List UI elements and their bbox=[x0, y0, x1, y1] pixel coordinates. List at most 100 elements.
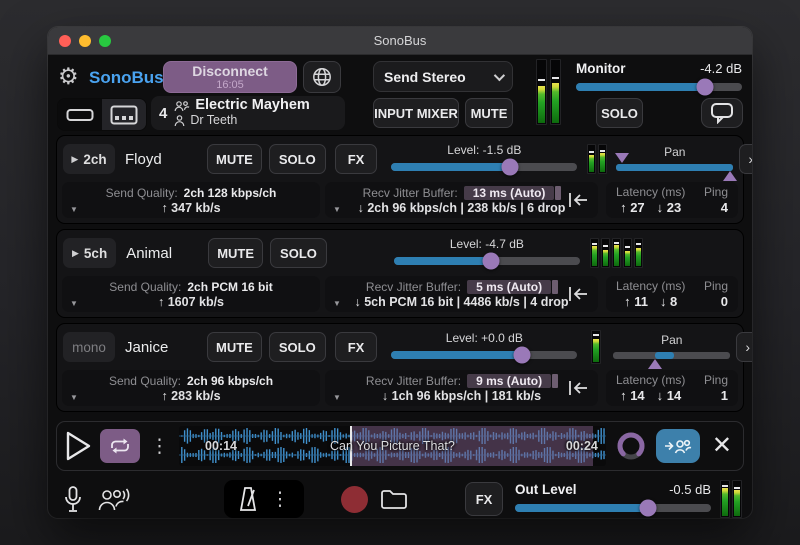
open-file-button[interactable] bbox=[380, 488, 408, 510]
close-window-button[interactable] bbox=[59, 35, 71, 47]
level-slider[interactable] bbox=[391, 158, 577, 175]
pan-control[interactable]: Pan bbox=[613, 334, 730, 360]
main-solo-button[interactable]: SOLO bbox=[596, 98, 643, 128]
pan-control[interactable]: Pan bbox=[616, 146, 733, 172]
level-slider-knob[interactable] bbox=[513, 346, 530, 363]
group-monitor-button[interactable] bbox=[94, 486, 130, 512]
latency-panel: Latency (ms) ↑ 11 ↓ 8 Ping 0 bbox=[606, 276, 738, 312]
peer-name: Floyd bbox=[125, 151, 201, 168]
recv-info: ↓ 1ch 96 kbps/ch | 181 kb/s bbox=[382, 389, 541, 403]
titlebar[interactable]: SonoBus bbox=[48, 27, 752, 55]
output-fx-button[interactable]: FX bbox=[465, 482, 503, 516]
collapse-arrow-icon[interactable]: ▼ bbox=[70, 393, 78, 402]
latency-panel: Latency (ms) ↑ 27 ↓ 23 Ping 4 bbox=[606, 182, 738, 218]
channel-expand-button[interactable]: ▶ 2ch bbox=[63, 144, 115, 174]
out-level-label: Out Level bbox=[515, 482, 577, 497]
close-playback-button[interactable]: ✕ bbox=[708, 434, 736, 458]
minimal-view-button[interactable] bbox=[58, 99, 102, 130]
send-rate: ↑ 347 kb/s bbox=[161, 201, 220, 215]
peer-fx-button[interactable]: FX bbox=[335, 332, 378, 362]
out-level-slider-knob[interactable] bbox=[640, 499, 657, 516]
monitor-db-value: -4.2 dB bbox=[700, 61, 742, 76]
channel-expand-button[interactable]: ▶ 5ch bbox=[63, 238, 116, 268]
pan-left-handle[interactable] bbox=[615, 153, 629, 163]
send-mode-value: Send Stereo bbox=[384, 69, 466, 85]
metronome-button[interactable]: ⋮ bbox=[224, 480, 304, 518]
send-quality-value: 2ch PCM 16 bit bbox=[187, 280, 272, 294]
settings-gear-icon[interactable]: ⚙ bbox=[58, 65, 79, 88]
send-mode-dropdown[interactable]: Send Stereo bbox=[373, 61, 513, 92]
loop-button[interactable] bbox=[100, 429, 140, 463]
collapse-arrow-icon[interactable]: ▼ bbox=[333, 299, 341, 308]
playback-gain-knob[interactable] bbox=[614, 429, 648, 463]
level-section: Level: +0.0 dB bbox=[391, 331, 577, 363]
connect-server-button[interactable] bbox=[303, 61, 341, 93]
jitter-value[interactable]: 9 ms (Auto) bbox=[467, 374, 551, 388]
level-slider-knob[interactable] bbox=[502, 158, 519, 175]
input-meters bbox=[536, 59, 561, 125]
reset-jitter-button[interactable] bbox=[567, 285, 589, 303]
peer-fx-button[interactable]: FX bbox=[335, 144, 378, 174]
waveform[interactable]: 00:14 Can You Picture That? 00:24 bbox=[179, 426, 606, 466]
app-name: SonoBus bbox=[89, 68, 164, 88]
collapse-arrow-icon[interactable]: ▼ bbox=[70, 205, 78, 214]
monitor-slider[interactable] bbox=[576, 78, 742, 95]
play-button[interactable] bbox=[64, 430, 92, 462]
output-meters bbox=[720, 480, 742, 518]
collapse-arrow-icon[interactable]: ▼ bbox=[333, 393, 341, 402]
pan-right-handle[interactable] bbox=[723, 171, 737, 181]
window-title: SonoBus bbox=[374, 33, 427, 48]
level-slider[interactable] bbox=[391, 346, 577, 363]
reset-arrow-icon bbox=[567, 379, 589, 397]
level-slider[interactable] bbox=[394, 252, 580, 269]
record-button[interactable] bbox=[341, 486, 368, 513]
collapse-arrow-icon[interactable]: ▼ bbox=[70, 299, 78, 308]
jitter-value[interactable]: 13 ms (Auto) bbox=[464, 186, 555, 200]
group-info-panel[interactable]: 4 Electric Mayhem bbox=[151, 96, 345, 130]
peer-mute-button[interactable]: MUTE bbox=[207, 332, 262, 362]
meter-bar bbox=[598, 144, 607, 174]
chat-button[interactable] bbox=[701, 98, 743, 128]
reset-jitter-button[interactable] bbox=[567, 191, 589, 209]
meter-bar bbox=[732, 480, 742, 518]
monitor-label: Monitor bbox=[576, 61, 626, 76]
collapse-arrow-icon[interactable]: ▼ bbox=[333, 205, 341, 214]
mixer-view-button[interactable] bbox=[102, 99, 146, 130]
peer-solo-button[interactable]: SOLO bbox=[269, 332, 326, 362]
minimize-window-button[interactable] bbox=[79, 35, 91, 47]
main-mute-button[interactable]: MUTE bbox=[465, 98, 513, 128]
latency-up: ↑ 14 bbox=[620, 388, 645, 403]
view-toggle-group bbox=[57, 98, 147, 131]
peer-mute-button[interactable]: MUTE bbox=[207, 144, 262, 174]
pan-handle[interactable] bbox=[648, 359, 662, 369]
microphone-icon bbox=[64, 485, 82, 513]
peer-solo-button[interactable]: SOLO bbox=[270, 238, 327, 268]
latency-up: ↑ 27 bbox=[620, 200, 645, 215]
monitor-slider-knob[interactable] bbox=[697, 78, 714, 95]
playback-menu-button[interactable]: ⋮ bbox=[148, 437, 171, 456]
jitter-value[interactable]: 5 ms (Auto) bbox=[467, 280, 551, 294]
send-file-to-group-button[interactable] bbox=[656, 429, 700, 463]
peer-mute-button[interactable]: MUTE bbox=[208, 238, 263, 268]
zoom-window-button[interactable] bbox=[99, 35, 111, 47]
peer-row-animal: ▶ 5ch Animal MUTE SOLO Level: -4.7 dB bbox=[56, 229, 744, 318]
dest-channels-button[interactable]: › 1-2 bbox=[736, 332, 752, 362]
peer-solo-button[interactable]: SOLO bbox=[269, 144, 326, 174]
meter-bar bbox=[591, 330, 601, 364]
level-slider-knob[interactable] bbox=[482, 252, 499, 269]
out-level-slider[interactable] bbox=[515, 499, 711, 516]
disconnect-button[interactable]: Disconnect 16:05 bbox=[163, 61, 297, 93]
recv-info: ↓ 2ch 96 kbps/ch | 238 kb/s | 6 drop bbox=[358, 201, 566, 215]
input-monitor-button[interactable] bbox=[64, 485, 82, 513]
peer-count: 4 bbox=[159, 105, 167, 122]
dest-channels-button[interactable]: › 1-2 bbox=[739, 144, 752, 174]
input-mixer-button[interactable]: INPUT MIXER bbox=[373, 98, 459, 128]
metronome-menu-icon[interactable]: ⋮ bbox=[269, 490, 292, 509]
latency-panel: Latency (ms) ↑ 14 ↓ 14 Ping 1 bbox=[606, 370, 738, 406]
header: ⚙ SonoBus Disconnect 16:05 Send Stereo bbox=[56, 61, 744, 130]
level-section: Level: -1.5 dB bbox=[391, 143, 577, 175]
reset-jitter-button[interactable] bbox=[567, 379, 589, 397]
folder-icon bbox=[380, 488, 408, 510]
play-icon bbox=[64, 430, 92, 462]
latency-label: Latency (ms) bbox=[616, 373, 685, 387]
